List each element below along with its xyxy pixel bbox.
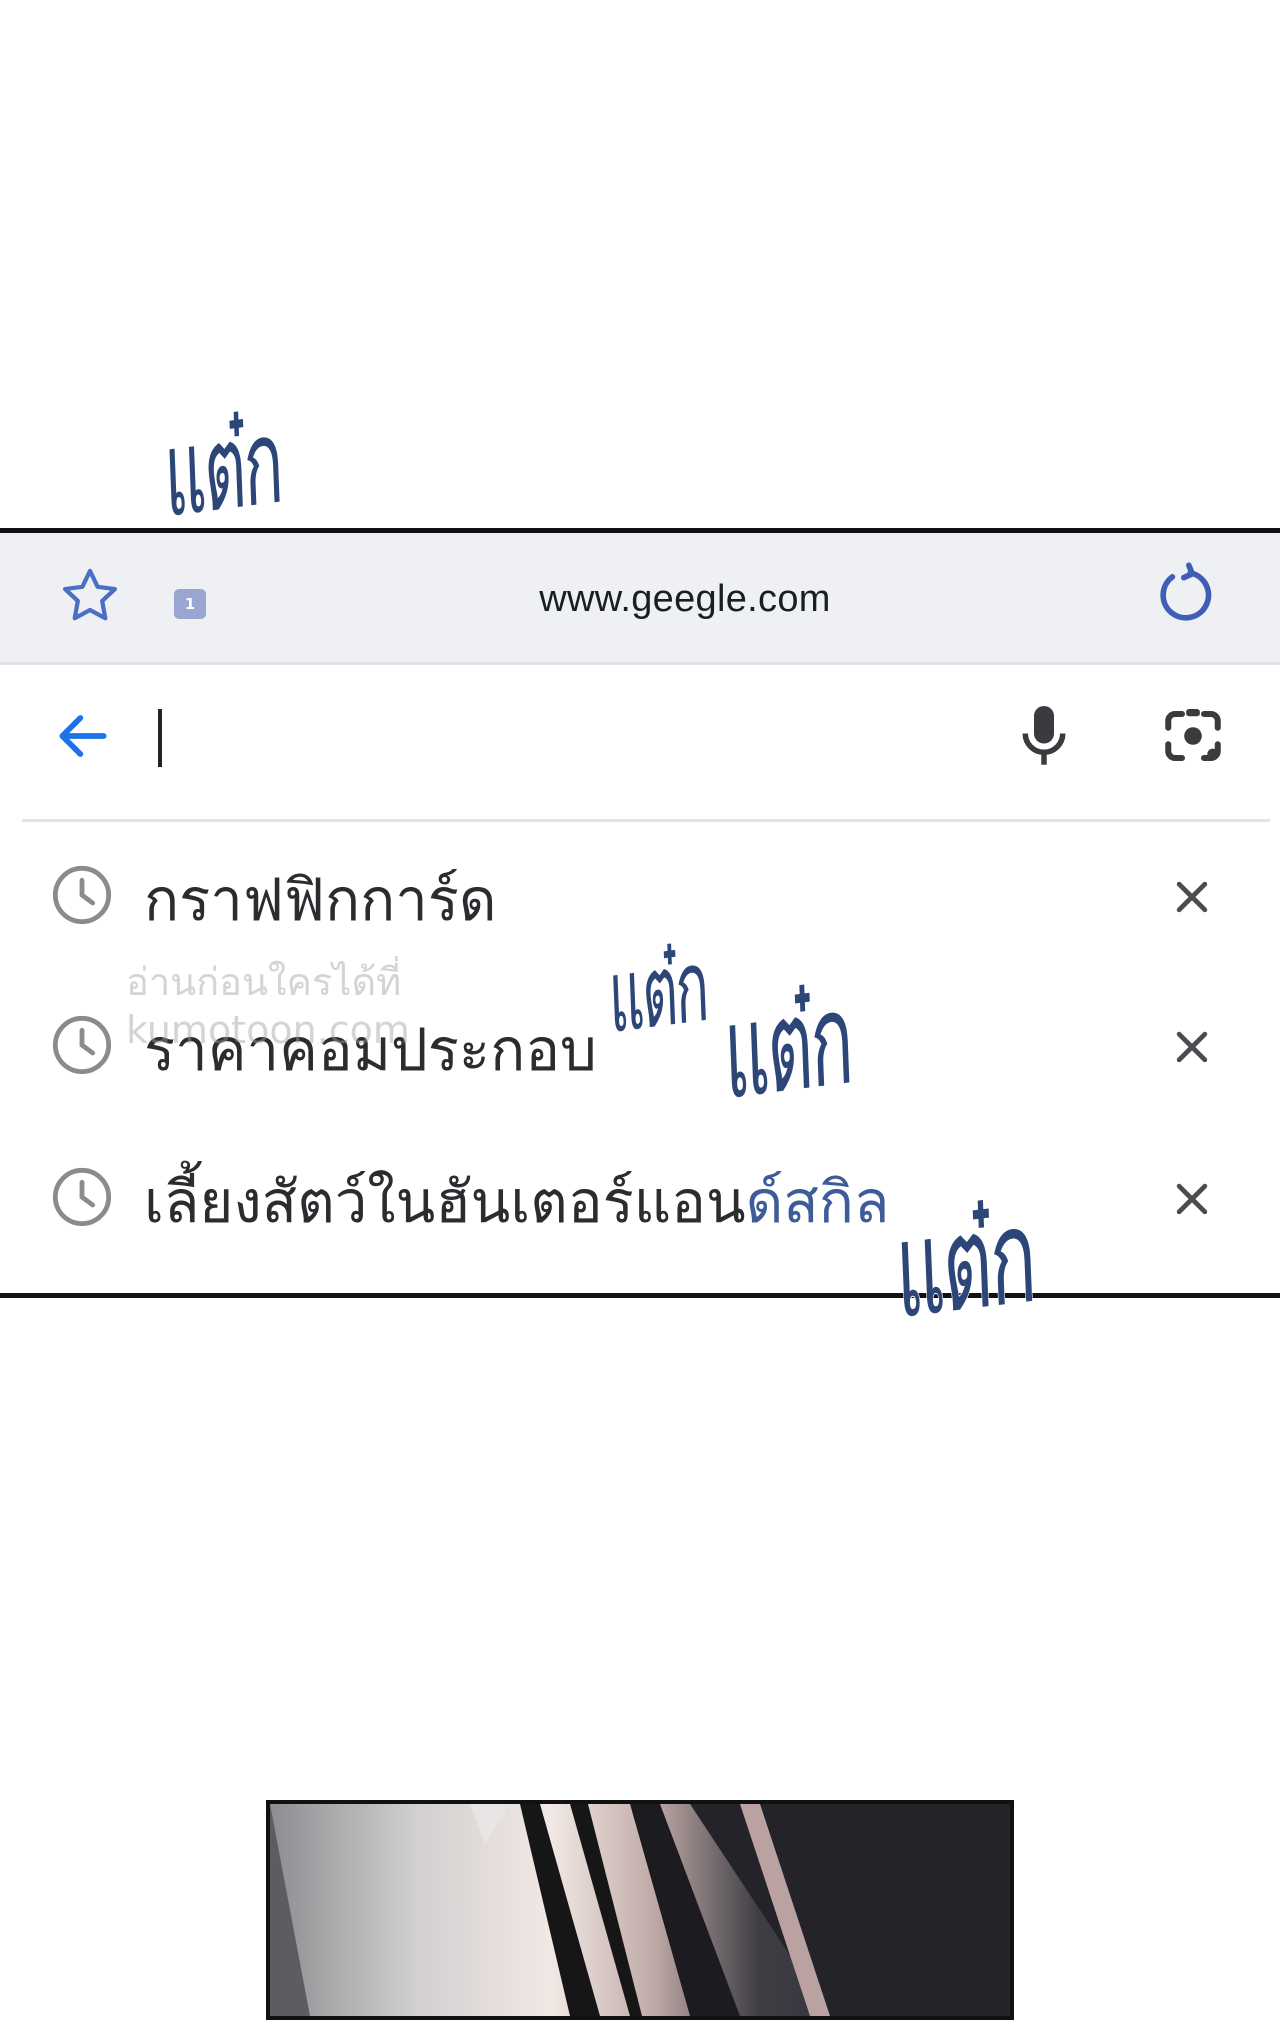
hair-illustration [270,1804,1010,2016]
clock-icon [52,1167,112,1227]
sfx-text: แต๋ก [892,1178,1038,1350]
search-input-caret[interactable] [158,709,162,767]
search-row [0,665,1280,821]
history-item-text: เลี้ยงสัตว์ในฮันเตอร์แอนด์สกิล [144,1168,890,1236]
sfx-text: แต๋ก [606,926,710,1057]
clock-icon [52,865,112,925]
back-arrow-icon[interactable] [52,705,114,767]
clock-icon [52,1015,112,1075]
lens-icon[interactable] [1160,703,1226,769]
sfx-text: แต๋ก [721,964,855,1130]
history-item[interactable]: เลี้ยงสัตว์ในฮันเตอร์แอนด์สกิล [0,1135,1280,1255]
reload-icon[interactable] [1152,561,1220,629]
star-icon[interactable] [56,563,124,631]
close-icon[interactable] [1170,875,1214,919]
close-icon[interactable] [1170,1025,1214,1069]
mic-icon[interactable] [1014,701,1074,771]
manga-panel-image [266,1800,1014,2020]
watermark-text: อ่านก่อนใครได้ที่ kumotoon.com [126,960,410,1052]
search-divider [22,819,1270,822]
url-text[interactable]: www.geegle.com [460,569,910,629]
sfx-text: แต๋ก [161,391,284,545]
close-icon[interactable] [1170,1177,1214,1221]
history-item-text: กราฟฟิกการ์ด [144,866,497,934]
tab-count-badge[interactable]: 1 [174,589,206,619]
